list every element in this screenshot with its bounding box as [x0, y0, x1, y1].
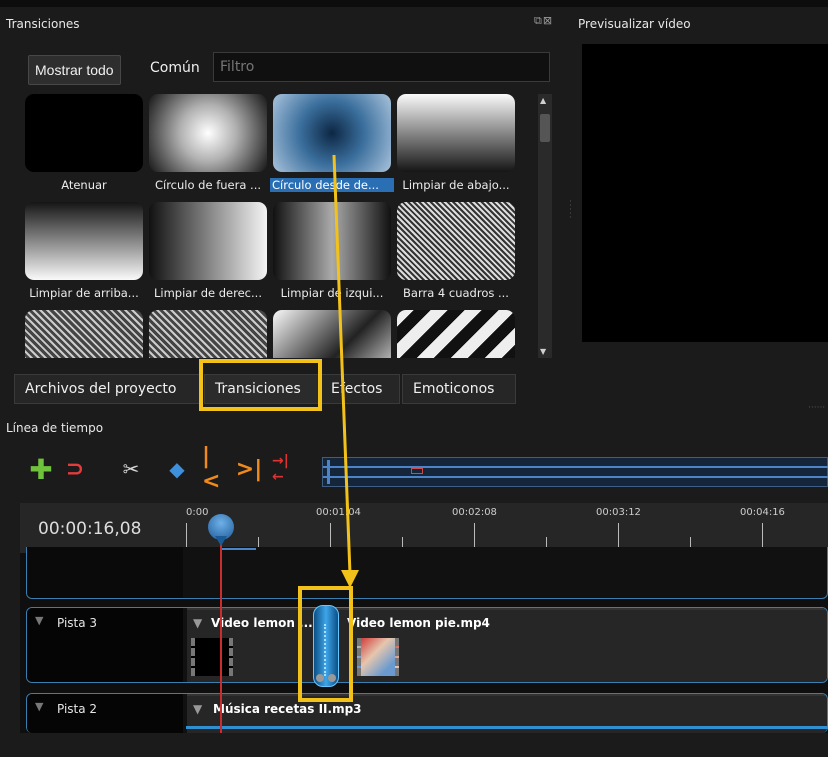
highlight-box-transition-clip — [298, 586, 353, 702]
track-header[interactable] — [27, 547, 183, 598]
fade-thumbnail — [25, 94, 143, 172]
transitions-scrollbar[interactable]: ▲ ▼ — [538, 94, 552, 358]
tick-major — [474, 523, 475, 549]
clip-caret-icon: ▼ — [193, 616, 203, 630]
filter-input[interactable] — [213, 52, 550, 82]
tick-label: 00:02:08 — [452, 507, 497, 518]
splitter-handle-horizontal[interactable]: ······ — [808, 403, 825, 413]
panel-float-close-icons[interactable]: ⧉⊠ — [534, 14, 553, 28]
overview-line — [323, 466, 828, 468]
transition-tile[interactable]: Limpiar de abajo... — [394, 94, 518, 192]
wipe-top-thumbnail — [25, 202, 143, 280]
scroll-down-arrow-icon[interactable]: ▼ — [540, 347, 546, 356]
timecode-display: 00:00:16,08 — [38, 519, 142, 539]
transition-label: Limpiar de derec... — [154, 286, 262, 300]
highlight-box-transitions-tab — [199, 359, 322, 411]
track-name: Pista 2 — [57, 702, 98, 716]
playhead-line[interactable] — [220, 522, 222, 733]
transition-tile[interactable]: Círculo de fuera ... — [146, 94, 270, 192]
collapse-caret-icon[interactable]: ▼ — [35, 614, 43, 627]
track-header[interactable]: ▼ Pista 2 — [27, 694, 183, 733]
transitions-panel-title: Transiciones — [6, 17, 80, 31]
overview-viewport-marker[interactable] — [411, 468, 423, 474]
overview-line — [323, 476, 828, 478]
tab-project-files[interactable]: Archivos del proyecto — [14, 374, 200, 404]
circle-out-thumbnail — [149, 94, 267, 172]
next-marker-icon[interactable]: >| — [236, 456, 262, 482]
transitions-grid: Atenuar Círculo de fuera ... Círculo des… — [22, 94, 538, 358]
concentric-2-thumbnail — [149, 310, 267, 358]
track-row[interactable] — [26, 547, 828, 599]
add-marker-icon[interactable]: ◆ — [164, 456, 190, 482]
tracks-area: ▼ Pista 3 ▼ Video lemon ... Video lemon … — [20, 547, 828, 733]
tick-label: 00:04:16 — [740, 507, 785, 518]
clip-title: Música recetas II.mp3 — [213, 702, 362, 716]
transition-tile[interactable] — [394, 310, 518, 358]
wipe-bottom-thumbnail — [397, 94, 515, 172]
concentric-thumbnail — [25, 310, 143, 358]
preview-panel-title: Previsualizar vídeo — [578, 17, 691, 31]
transition-tile[interactable]: Limpiar de izqui... — [270, 202, 394, 300]
playhead-tip — [215, 536, 227, 546]
transition-tile[interactable] — [22, 310, 146, 358]
splitter-handle[interactable]: · · · · · — [569, 198, 572, 223]
video-preview-area — [582, 44, 828, 342]
timeline-title: Línea de tiempo — [6, 421, 104, 435]
snap-magnet-icon[interactable]: ⊃ — [62, 456, 88, 482]
clip-caret-icon: ▼ — [193, 702, 203, 716]
track-row-pista-3[interactable]: ▼ Pista 3 ▼ Video lemon ... Video lemon … — [26, 607, 828, 683]
tick-major — [186, 523, 187, 549]
bar-4-squares-thumbnail — [397, 202, 515, 280]
audio-waveform-line — [186, 726, 828, 729]
transition-label: Barra 4 cuadros ... — [403, 286, 509, 300]
tab-effects[interactable]: Efectos — [320, 374, 400, 404]
add-track-icon[interactable]: ✚ — [28, 453, 54, 486]
diagonal-thumbnail — [273, 310, 391, 358]
transition-label: Limpiar de abajo... — [402, 178, 510, 192]
timeline-ruler[interactable]: 00:00:16,08 0:00 00:01:04 00:02:08 00:03… — [20, 503, 828, 553]
transition-tile[interactable]: Limpiar de arriba... — [22, 202, 146, 300]
video-clip[interactable]: ▼ Video lemon ... Video lemon pie.mp4 — [187, 608, 827, 682]
clip-thumbnail — [357, 638, 399, 676]
tick-label: 00:01:04 — [316, 507, 361, 518]
show-all-button[interactable]: Mostrar todo — [28, 55, 121, 85]
razor-icon[interactable]: ✂ — [118, 456, 144, 482]
collapse-caret-icon[interactable]: ▼ — [35, 700, 43, 713]
wipe-right-thumbnail — [149, 202, 267, 280]
transition-label: Atenuar — [61, 178, 107, 192]
transition-tile-selected[interactable]: Círculo desde de... — [270, 94, 394, 192]
wipe-left-thumbnail — [273, 202, 391, 280]
transition-tile[interactable]: Barra 4 cuadros ... — [394, 202, 518, 300]
tick-major — [330, 523, 331, 549]
tick-major — [762, 523, 763, 549]
transition-tile[interactable]: Limpiar de derec... — [146, 202, 270, 300]
top-border — [0, 0, 828, 7]
scrollbar-thumb[interactable] — [540, 114, 550, 142]
previous-marker-icon[interactable]: |< — [202, 444, 228, 494]
clip-thumbnail — [191, 638, 233, 676]
circle-in-thumbnail — [273, 94, 391, 172]
transition-label: Limpiar de izqui... — [280, 286, 384, 300]
transition-label: Círculo desde de... — [270, 178, 394, 192]
timeline-overview[interactable] — [322, 457, 828, 487]
transition-tile[interactable] — [146, 310, 270, 358]
center-playhead-icon[interactable]: →|← — [272, 453, 298, 485]
transition-label: Círculo de fuera ... — [154, 178, 262, 192]
tick-major — [618, 523, 619, 549]
tab-emojis[interactable]: Emoticonos — [402, 374, 516, 404]
track-header[interactable]: ▼ Pista 3 — [27, 608, 183, 682]
track-name: Pista 3 — [57, 616, 98, 630]
diagonal-stripes-thumbnail — [397, 310, 515, 358]
transition-tile[interactable]: Atenuar — [22, 94, 146, 192]
transition-tile[interactable] — [270, 310, 394, 358]
bottom-bar — [0, 733, 828, 757]
playhead-underline — [222, 548, 256, 550]
transition-label: Limpiar de arriba... — [29, 286, 139, 300]
common-filter-button[interactable]: Común — [150, 60, 200, 76]
clip-title: Video lemon pie.mp4 — [347, 616, 490, 630]
scroll-up-arrow-icon[interactable]: ▲ — [540, 96, 546, 105]
overview-start-bar[interactable] — [327, 460, 330, 484]
tick-label: 00:03:12 — [596, 507, 641, 518]
tick-label: 0:00 — [186, 507, 209, 518]
